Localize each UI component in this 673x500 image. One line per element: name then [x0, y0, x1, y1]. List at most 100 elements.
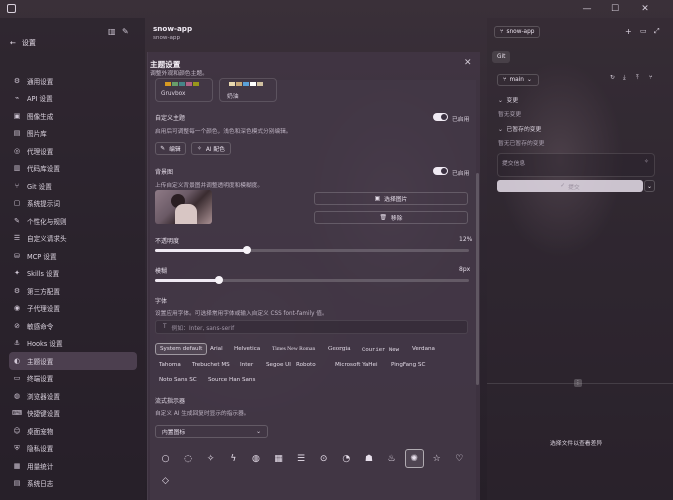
indicator-option-icon[interactable]: ☆ [427, 449, 446, 468]
sidebar-item-label: 代码库设置 [27, 165, 60, 174]
sidebar-item[interactable]: ▦ 用量统计 [9, 457, 137, 475]
custom-theme-toggle[interactable] [433, 113, 448, 121]
commit-button[interactable]: ✓ 提交 [497, 180, 643, 192]
staged-toggle[interactable]: ⌄ 已暂存的变更 [498, 124, 541, 133]
sidebar-item[interactable]: ◐ 主题设置 [9, 352, 137, 370]
sidebar-item[interactable]: ⌨ 快捷键设置 [9, 405, 137, 423]
sidebar-item[interactable]: ◍ 浏览器设置 [9, 387, 137, 405]
sidebar-item[interactable]: ⊘ 敏感命令 [9, 317, 137, 335]
font-chip[interactable]: Roboto [292, 359, 320, 371]
sidebar-item[interactable]: ▤ 图片库 [9, 125, 137, 143]
indicator-option-icon[interactable]: ◔ [337, 449, 356, 468]
blur-knob[interactable] [215, 276, 223, 284]
opacity-slider[interactable] [155, 246, 469, 254]
sidebar-item[interactable]: ◎ 代理设置 [9, 142, 137, 160]
indicator-option-icon[interactable]: ϟ [224, 449, 243, 468]
expand-icon[interactable]: ⤢ [654, 27, 660, 36]
sidebar-item[interactable]: ⑂ Git 设置 [9, 177, 137, 195]
font-family-input[interactable]: T 例如：Inter, sans-serif [155, 320, 468, 334]
indicator-select[interactable]: 内置图标 ⌄ [155, 425, 268, 438]
font-chip[interactable]: Microsoft YaHei [331, 359, 382, 371]
font-chip[interactable]: System default [155, 343, 208, 355]
theme-card-gruvbox[interactable]: Gruvbox [155, 78, 213, 102]
tab-git[interactable]: Git [492, 51, 511, 63]
sparkle-icon[interactable]: ✧ [644, 159, 649, 165]
sidebar-item-label: 主题设置 [27, 357, 54, 366]
font-chip[interactable]: Helvetica [230, 343, 264, 355]
sidebar-item[interactable]: ✦ Skills 设置 [9, 265, 137, 283]
remove-image-button[interactable]: 🗑 移除 [314, 211, 468, 224]
minimize-button[interactable]: — [581, 3, 593, 15]
indicator-option-icon[interactable]: ◌ [179, 449, 198, 468]
background-toggle[interactable] [433, 167, 448, 175]
maximize-button[interactable]: ☐ [609, 3, 621, 15]
indicator-option-icon[interactable]: ◍ [246, 449, 265, 468]
edit-theme-button[interactable]: ✎ 编辑 [155, 142, 186, 155]
sidebar-item[interactable]: ⚓ Hooks 设置 [9, 335, 137, 353]
graph-icon[interactable]: ⑂ [649, 75, 652, 81]
sidebar-item-label: 系统日志 [27, 480, 54, 489]
indicator-option-icon[interactable]: ✧ [201, 449, 220, 468]
sidebar-item[interactable]: ⚙ 通用设置 [9, 72, 137, 90]
branch-icon: ⑂ [500, 29, 504, 35]
branch-select[interactable]: ⑂ main ⌄ [497, 74, 539, 86]
sidebar-item[interactable]: ✎ 个性化与规则 [9, 212, 137, 230]
indicator-option-icon[interactable]: ☰ [292, 449, 311, 468]
window-icon[interactable]: ▭ [640, 27, 647, 35]
sidebar-item[interactable]: ▣ 图像生成 [9, 107, 137, 125]
sidebar-item[interactable]: ▭ 终端设置 [9, 370, 137, 388]
indicator-option-icon[interactable]: ♡ [450, 449, 469, 468]
indicator-option-icon[interactable]: ☗ [359, 449, 378, 468]
font-chip[interactable]: Source Han Sans [204, 374, 259, 386]
commit-options-chevron-icon[interactable]: ⌄ [644, 180, 655, 192]
sidebar-layout-icon[interactable]: ▥ [108, 27, 116, 36]
sidebar-item[interactable]: ☺ 桌面宠物 [9, 422, 137, 440]
font-chip[interactable]: Tahoma [155, 359, 185, 371]
new-chat-icon[interactable]: ✎ [122, 27, 129, 36]
refresh-icon[interactable]: ↻ [610, 75, 615, 81]
sidebar-item[interactable]: ▢ 系统提示词 [9, 195, 137, 213]
indicator-option-icon[interactable]: ○ [156, 449, 175, 468]
font-chip[interactable]: PingFang SC [387, 359, 429, 371]
theme-card-cream[interactable]: 奶油 [219, 78, 277, 102]
divider-handle[interactable]: ⋮ [574, 379, 582, 387]
repo-pill[interactable]: ⑂ snow-app [494, 26, 541, 38]
font-chip[interactable]: Inter [236, 359, 257, 371]
sidebar-item[interactable]: ⛨ 隐私设置 [9, 440, 137, 458]
sidebar-item[interactable]: ⛁ MCP 设置 [9, 247, 137, 265]
modal-close-icon[interactable]: ✕ [464, 58, 472, 68]
font-chip[interactable]: Noto Sans SC [155, 374, 201, 386]
pull-icon[interactable]: ⤓ [623, 75, 626, 82]
opacity-knob[interactable] [243, 246, 251, 254]
sidebar-item[interactable]: ◉ 子代理设置 [9, 300, 137, 318]
font-chip[interactable]: Georgia [324, 343, 355, 355]
font-chip[interactable]: Courier New [358, 343, 403, 355]
indicator-option-icon[interactable]: ♨ [382, 449, 401, 468]
sidebar-item[interactable]: ☰ 自定义请求头 [9, 230, 137, 248]
sidebar-item-icon: ⌨ [11, 409, 23, 418]
sidebar-item[interactable]: ⚙ 第三方配置 [9, 282, 137, 300]
indicator-option-icon[interactable]: ◇ [156, 471, 175, 490]
commit-message-input[interactable]: 提交信息 ✧ [497, 153, 655, 177]
font-desc: 设置应用字体。可选择常用字体或输入自定义 CSS font-family 值。 [155, 311, 328, 317]
font-chip[interactable]: Arial [206, 343, 227, 355]
close-button[interactable]: ✕ [639, 3, 651, 15]
font-chip[interactable]: Trebuchet MS [188, 359, 234, 371]
changes-toggle[interactable]: ⌄ 变更 [498, 95, 518, 104]
font-chip[interactable]: Segoe UI [262, 359, 295, 371]
sidebar-item[interactable]: ▤ 系统日志 [9, 475, 137, 493]
blur-slider[interactable] [155, 276, 469, 284]
choose-image-button[interactable]: ▣ 选择图片 [314, 192, 468, 205]
ai-palette-button[interactable]: ✧ AI 配色 [191, 142, 231, 155]
indicator-option-icon[interactable]: ⊙ [314, 449, 333, 468]
font-chip[interactable]: Times New Roman [268, 343, 319, 355]
add-icon[interactable]: + [625, 27, 632, 36]
indicator-option-icon[interactable]: ▦ [269, 449, 288, 468]
indicator-option-icon[interactable]: ✺ [404, 449, 424, 468]
sidebar-item[interactable]: ⌁ API 设置 [9, 90, 137, 108]
font-chip[interactable]: Verdana [408, 343, 439, 355]
sidebar-item[interactable]: ▥ 代码库设置 [9, 160, 137, 178]
settings-back[interactable]: ← 设置 [10, 36, 140, 50]
push-icon[interactable]: ⤒ [636, 75, 639, 82]
modal-scrollbar[interactable] [476, 173, 479, 385]
